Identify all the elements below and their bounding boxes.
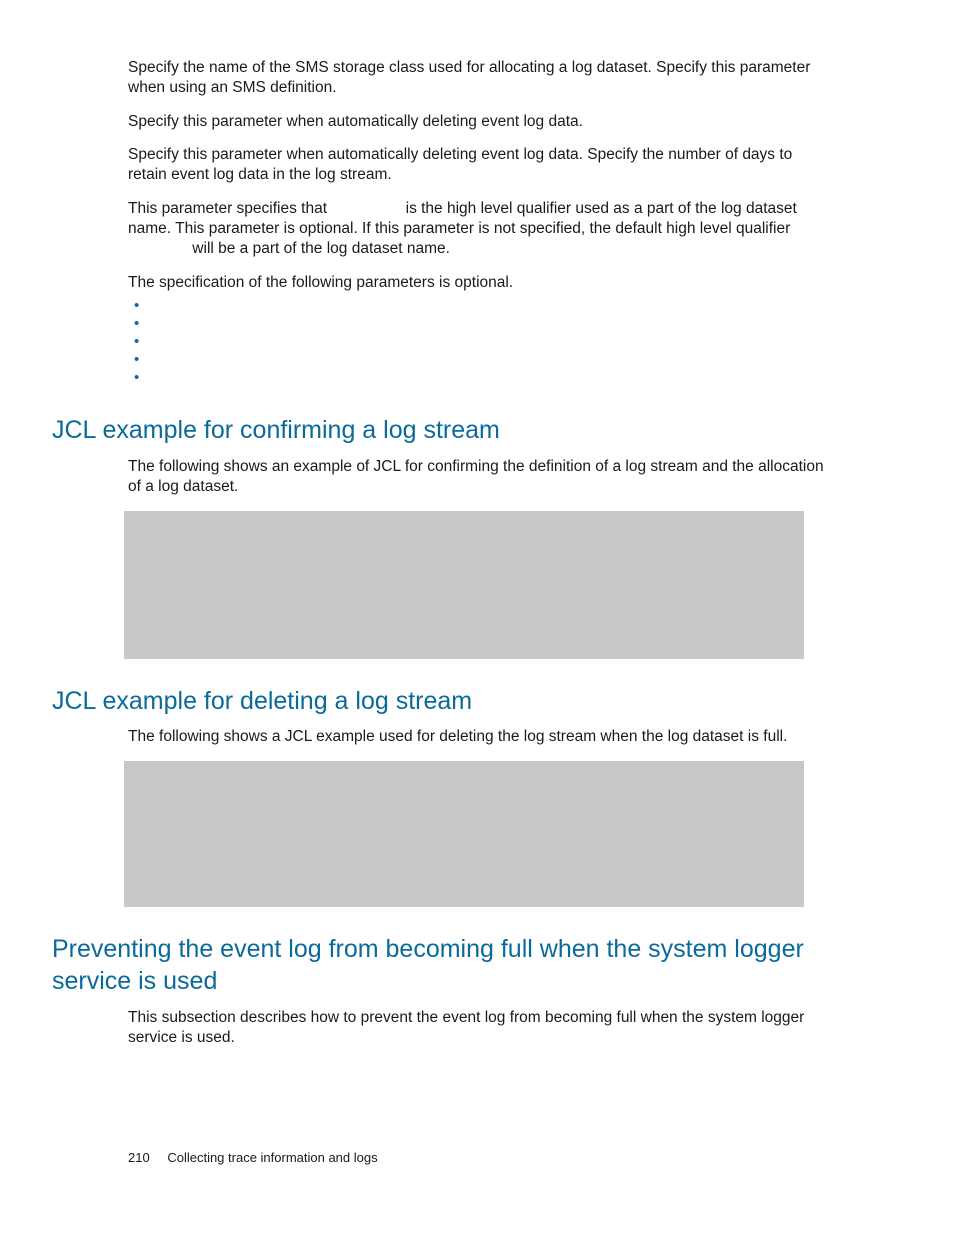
list-item [128,370,834,388]
section-heading-prevent: Preventing the event log from becoming f… [52,933,834,998]
code-block [124,511,804,659]
paragraph: Specify this parameter when automaticall… [128,145,834,185]
paragraph: The following shows an example of JCL fo… [128,457,834,497]
list-item [128,352,834,370]
page-number: 210 [128,1150,150,1165]
text-run: will be a part of the log dataset name. [188,240,450,257]
page-footer: 210 Collecting trace information and log… [128,1150,378,1165]
paragraph: The specification of the following param… [128,273,834,293]
section-heading-delete: JCL example for deleting a log stream [52,685,834,718]
bullet-list [128,298,834,388]
list-item [128,334,834,352]
paragraph: The following shows a JCL example used f… [128,727,834,747]
paragraph: Specify this parameter when automaticall… [128,112,834,132]
code-block [124,761,804,907]
paragraph: This subsection describes how to prevent… [128,1008,834,1048]
paragraph: Specify the name of the SMS storage clas… [128,58,834,98]
footer-chapter-title: Collecting trace information and logs [167,1150,377,1165]
section-heading-confirm: JCL example for confirming a log stream [52,414,834,447]
text-run: This parameter specifies that [128,200,331,217]
list-item [128,298,834,316]
list-item [128,316,834,334]
paragraph: This parameter specifies that is the hig… [128,199,834,258]
page: Specify the name of the SMS storage clas… [0,0,954,1235]
